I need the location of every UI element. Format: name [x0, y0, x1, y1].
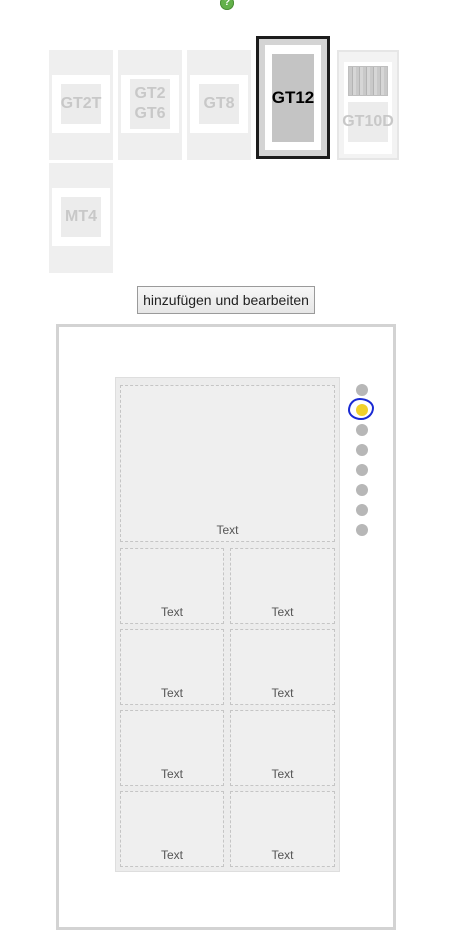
slot-label: Text: [160, 848, 183, 862]
page-dot[interactable]: [356, 504, 368, 516]
device-label-line-1: GT2: [134, 85, 166, 102]
device-label-line-2: GT6: [134, 105, 166, 122]
device-label: GT10D: [342, 102, 394, 142]
button-slot-large[interactable]: Text: [120, 385, 335, 542]
button-slot[interactable]: Text: [230, 710, 335, 786]
page-dot[interactable]: [356, 384, 368, 396]
device-label: GT8: [199, 84, 239, 124]
button-slot[interactable]: Text: [230, 629, 335, 705]
device-preview: GT8: [190, 75, 248, 133]
device-layout-page: ? GT2T GT2 GT6 GT8 GT12 GT10D MT4 hinzuf…: [0, 0, 468, 940]
device-preview: GT10D: [342, 62, 394, 154]
device-preview: GT12: [265, 45, 321, 150]
page-dot-active[interactable]: [356, 404, 368, 416]
slot-label: Text: [271, 605, 294, 619]
display-thumbnail: [348, 66, 388, 96]
device-preview: MT4: [52, 188, 110, 246]
slot-label: Text: [271, 686, 294, 700]
device-card-gt2-gt6[interactable]: GT2 GT6: [118, 50, 182, 160]
device-card-mt4[interactable]: MT4: [49, 163, 113, 273]
button-slot[interactable]: Text: [120, 629, 224, 705]
device-preview: GT2T: [52, 75, 110, 133]
slot-label: Text: [160, 686, 183, 700]
device-card-gt10d[interactable]: GT10D: [337, 50, 399, 160]
page-dot[interactable]: [356, 484, 368, 496]
device-card-gt2t[interactable]: GT2T: [49, 50, 113, 160]
page-dot[interactable]: [356, 424, 368, 436]
slot-label: Text: [271, 848, 294, 862]
page-dot[interactable]: [356, 464, 368, 476]
page-indicator: [355, 384, 369, 536]
button-slot[interactable]: Text: [120, 710, 224, 786]
device-card-gt8[interactable]: GT8: [187, 50, 251, 160]
button-slot[interactable]: Text: [230, 548, 335, 624]
slot-label: Text: [160, 767, 183, 781]
button-slot[interactable]: Text: [120, 548, 224, 624]
help-icon[interactable]: ?: [220, 0, 234, 10]
slot-label: Text: [271, 767, 294, 781]
slot-label: Text: [160, 605, 183, 619]
page-dot[interactable]: [356, 524, 368, 536]
slot-label: Text: [216, 523, 239, 537]
device-preview: GT2 GT6: [121, 75, 179, 133]
add-and-edit-button[interactable]: hinzufügen und bearbeiten: [137, 286, 315, 314]
page-dot[interactable]: [356, 444, 368, 456]
button-slot[interactable]: Text: [120, 791, 224, 867]
button-slot[interactable]: Text: [230, 791, 335, 867]
device-card-gt12-selected[interactable]: GT12: [256, 36, 330, 159]
device-label: GT12: [272, 53, 314, 142]
device-label: MT4: [61, 197, 101, 237]
device-label: GT2T: [61, 84, 101, 124]
device-label: GT2 GT6: [130, 79, 170, 129]
